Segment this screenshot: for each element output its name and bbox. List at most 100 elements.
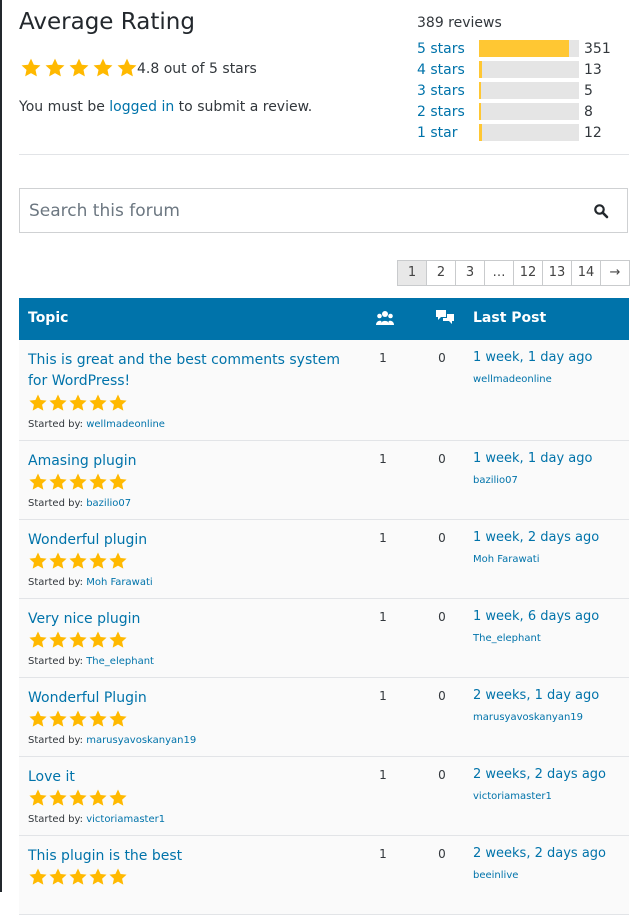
posts-count: 0 [438,531,446,545]
star-icon [108,788,128,808]
topic-title-link[interactable]: This is great and the best comments syst… [28,350,353,392]
topic-title-link[interactable]: Wonderful Plugin [28,688,353,709]
rating-bar-fill [479,124,482,141]
started-by-label: Started by: [28,577,87,588]
star-icon [115,57,139,79]
rating-filter-link[interactable]: 3 stars [417,83,465,99]
login-link[interactable]: logged in [109,99,174,115]
table-row: This is great and the best comments syst… [19,340,629,441]
login-note: You must be logged in to submit a review… [19,99,312,115]
last-post-time-link[interactable]: 2 weeks, 1 day ago [473,688,599,703]
star-icon [68,788,88,808]
last-post-time-link[interactable]: 1 week, 1 day ago [473,451,592,466]
rating-bar-track [479,124,579,141]
average-rating-title: Average Rating [19,9,195,35]
last-post-user-link[interactable]: Moh Farawati [473,554,539,565]
pagination: 1 2 3… 12 13 14 → [397,260,630,286]
star-icon [28,630,48,650]
star-icon [108,472,128,492]
forum-search [19,188,628,233]
started-by-label: Started by: [28,735,87,746]
rating-bar-track [479,82,579,99]
rating-bar-fill [479,82,481,99]
rating-filter-link[interactable]: 2 stars [417,104,465,120]
topic-rating-stars [28,551,128,571]
last-post-time-link[interactable]: 2 weeks, 2 days ago [473,767,606,782]
topic-rating-stars [28,630,128,650]
rating-bar-row: 4 stars 13 [417,61,617,81]
rating-bar-fill [479,40,569,57]
starter-link[interactable]: wellmadeonline [86,419,165,430]
last-post-time-link[interactable]: 1 week, 6 days ago [473,609,599,624]
page-link[interactable]: 3 [455,260,485,286]
rating-bar-row: 2 stars 8 [417,103,617,123]
topic-starter: Started by: marusyavoskanyan19 [28,735,196,746]
topic-title-link[interactable]: Wonderful plugin [28,530,353,551]
started-by-label: Started by: [28,656,87,667]
rating-bar-row: 5 stars 351 [417,40,617,60]
login-note-suffix: to submit a review. [174,99,313,115]
topic-rating-stars [28,393,128,413]
started-by-label: Started by: [28,498,87,509]
next-page-button[interactable]: → [600,260,630,286]
voices-count: 1 [379,351,387,365]
voices-count: 1 [379,531,387,545]
topics-table: Topic Last Post This is great and the be… [19,298,629,915]
star-icon [88,393,108,413]
last-post-time-link[interactable]: 1 week, 2 days ago [473,530,599,545]
topic-title-link[interactable]: Love it [28,767,353,788]
rating-count: 12 [584,125,602,141]
posts-count: 0 [438,768,446,782]
star-icon [88,867,108,887]
topic-title-link[interactable]: Very nice plugin [28,609,353,630]
search-icon[interactable] [593,203,609,219]
page-link[interactable]: 14 [571,260,601,286]
topic-title-link[interactable]: This plugin is the best [28,846,353,867]
topic-starter: Started by: bazilio07 [28,498,131,509]
star-icon [108,709,128,729]
last-post-user-link[interactable]: beeinlive [473,870,518,881]
voices-count: 1 [379,452,387,466]
topic-starter: Started by: wellmadeonline [28,419,165,430]
star-icon [68,551,88,571]
table-row: Wonderful Plugin Started by: marusyavoska… [19,678,629,757]
starter-link[interactable]: The_elephant [86,656,154,667]
star-icon [68,867,88,887]
star-icon [68,472,88,492]
starter-link[interactable]: Moh Farawati [86,577,152,588]
starter-link[interactable]: marusyavoskanyan19 [86,735,196,746]
last-post-user-link[interactable]: bazilio07 [473,475,518,486]
starter-link[interactable]: bazilio07 [86,498,131,509]
rating-filter-link[interactable]: 1 star [417,125,457,141]
last-post-user-link[interactable]: The_elephant [473,633,541,644]
posts-count: 0 [438,351,446,365]
voices-icon [376,310,394,326]
last-post-user-link[interactable]: victoriamaster1 [473,791,552,802]
star-icon [68,630,88,650]
topic-title-link[interactable]: Amasing plugin [28,451,353,472]
table-row: Amasing plugin Started by: bazilio07 1 0 1 w… [19,441,629,520]
search-input[interactable] [20,189,589,232]
star-icon [48,393,68,413]
rating-count: 351 [584,41,611,57]
header-last-post: Last Post [473,310,547,326]
last-post-user-link[interactable]: wellmadeonline [473,374,552,385]
table-row: Wonderful plugin Started by: Moh Farawati… [19,520,629,599]
left-edge-rule [0,0,2,892]
last-post-time-link[interactable]: 1 week, 1 day ago [473,350,592,365]
reviews-total: 389 reviews [417,15,502,31]
last-post-time-link[interactable]: 2 weeks, 2 days ago [473,846,606,861]
star-icon [48,551,68,571]
page-link[interactable]: 13 [542,260,572,286]
page-link[interactable]: 12 [513,260,543,286]
star-icon [91,57,115,79]
page-link[interactable]: 2 [426,260,456,286]
rating-filter-link[interactable]: 4 stars [417,62,465,78]
star-icon [88,788,108,808]
rating-filter-link[interactable]: 5 stars [417,41,465,57]
star-icon [108,630,128,650]
section-divider [19,154,629,155]
starter-link[interactable]: victoriamaster1 [86,814,165,825]
last-post-user-link[interactable]: marusyavoskanyan19 [473,712,583,723]
page-link[interactable]: 1 [397,260,427,286]
